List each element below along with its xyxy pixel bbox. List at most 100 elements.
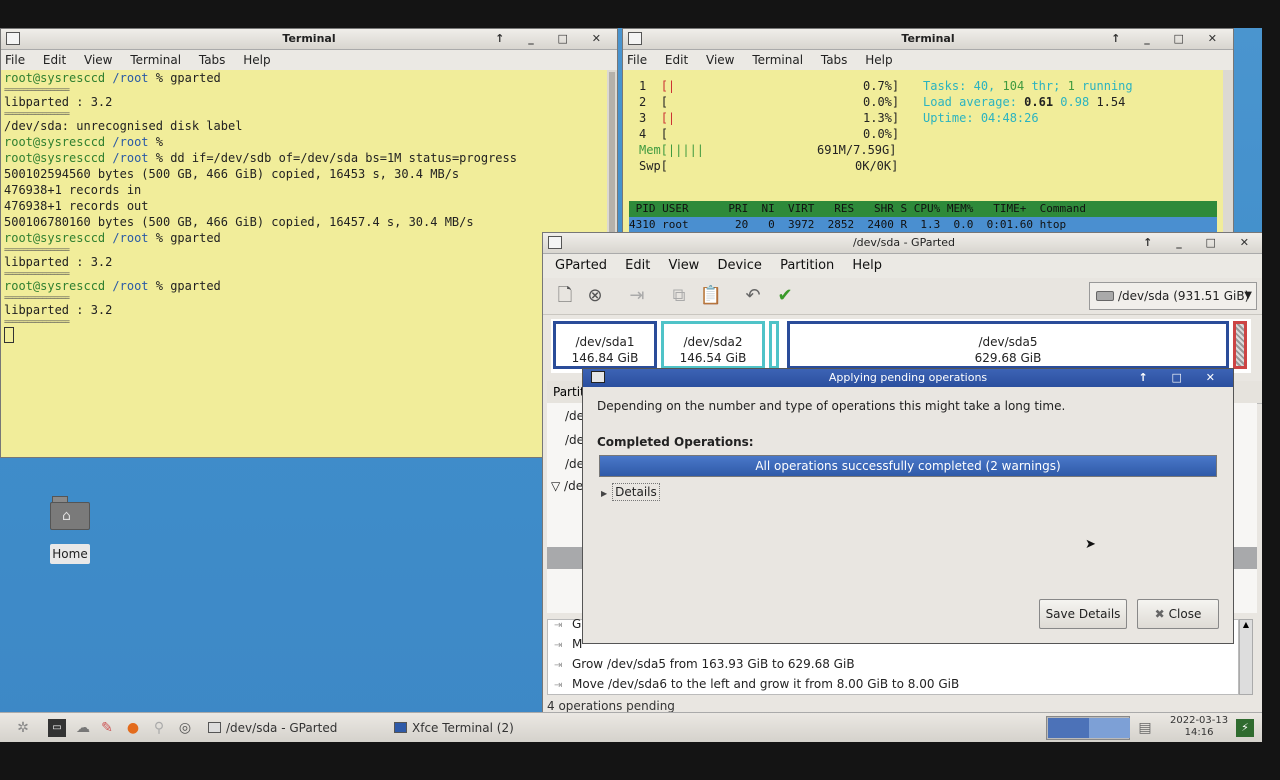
menu-help[interactable]: Help bbox=[852, 258, 882, 273]
menu-help[interactable]: Help bbox=[865, 53, 892, 67]
clock[interactable]: 2022-03-13 14:16 bbox=[1170, 715, 1228, 739]
file-manager-icon[interactable]: ☁ bbox=[74, 719, 92, 737]
window-controls[interactable]: ↑ _ □ ✕ bbox=[495, 29, 611, 49]
cpu-meter-4: 4 [ bbox=[639, 127, 668, 141]
logout-icon[interactable]: ⚡ bbox=[1236, 719, 1254, 737]
workspace-1[interactable] bbox=[1048, 718, 1089, 738]
text-editor-icon[interactable]: ✎ bbox=[98, 719, 116, 737]
network-icon[interactable]: ⚲ bbox=[150, 719, 168, 737]
undo-icon[interactable]: ↶ bbox=[741, 284, 765, 308]
paste-icon[interactable]: 📋 bbox=[699, 284, 723, 308]
task-xfce-terminal[interactable]: Xfce Terminal (2) bbox=[392, 717, 514, 739]
window-controls[interactable]: ↑ _ □ ✕ bbox=[1111, 29, 1227, 49]
menu-view[interactable]: View bbox=[668, 258, 699, 273]
terminal-line: root@sysresccd /root % gparted bbox=[4, 279, 221, 293]
save-details-button[interactable]: Save Details bbox=[1039, 599, 1127, 629]
expander-arrow-icon: ▶ bbox=[601, 489, 608, 498]
operation-item[interactable]: ⇥ Grow /dev/sda5 from 163.93 GiB to 629.6… bbox=[554, 654, 855, 674]
extended-partition-marker[interactable] bbox=[769, 321, 779, 369]
swap-value: 0K/0K] bbox=[855, 159, 899, 173]
menu-device[interactable]: Device bbox=[717, 258, 761, 273]
terminal-titlebar[interactable]: Terminal ↑ _ □ ✕ bbox=[1, 29, 617, 50]
mouse-pointer-icon: ➤ bbox=[1085, 537, 1096, 552]
applications-menu-icon[interactable]: ✲ bbox=[14, 719, 32, 737]
cpu-meter-1: 1 [| bbox=[639, 79, 676, 93]
apply-check-icon[interactable]: ✔ bbox=[773, 284, 797, 308]
firefox-icon[interactable]: ● bbox=[124, 719, 142, 737]
window-title: Terminal bbox=[282, 32, 336, 45]
terminal-line: root@sysresccd /root % dd if=/dev/sdb of… bbox=[4, 151, 517, 165]
home-label[interactable]: Home bbox=[50, 544, 90, 564]
menu-tabs[interactable]: Tabs bbox=[199, 53, 226, 67]
htop-output[interactable]: 1 [| 0.7%] 2 [ 0.0%] 3 [| 1.3%] 4 [ 0.0%… bbox=[623, 70, 1223, 233]
menu-terminal[interactable]: Terminal bbox=[752, 53, 803, 67]
terminal-line: root@sysresccd /root % gparted bbox=[4, 71, 221, 85]
workspace-pager[interactable] bbox=[1046, 716, 1130, 740]
gparted-launcher-icon[interactable]: ◎ bbox=[176, 719, 194, 737]
window-title: Terminal bbox=[901, 32, 955, 45]
terminal-line: ================= bbox=[4, 270, 70, 278]
window-icon bbox=[208, 722, 221, 733]
details-expander[interactable]: ▶ Details bbox=[601, 483, 660, 501]
terminal-launcher-icon[interactable]: ▭ bbox=[48, 719, 66, 737]
gparted-titlebar[interactable]: /dev/sda - GParted ↑ _ □ ✕ bbox=[543, 233, 1262, 254]
copy-icon[interactable]: ⧉ bbox=[667, 284, 691, 308]
taskbar: ✲ ▭ ☁ ✎ ● ⚲ ◎ /dev/sda - GParted Xfce Te… bbox=[0, 712, 1262, 742]
operation-item[interactable]: ⇥ G bbox=[554, 614, 581, 634]
window-controls[interactable]: ↑ □ ✕ bbox=[1139, 369, 1226, 387]
window-controls[interactable]: ↑ _ □ ✕ bbox=[1143, 233, 1259, 253]
move-resize-icon: ⇥ bbox=[554, 660, 563, 671]
htop-column-header[interactable]: PID USER PRI NI VIRT RES SHR S CPU% MEM%… bbox=[629, 201, 1217, 217]
terminal-window-icon bbox=[6, 32, 20, 45]
menu-file[interactable]: File bbox=[627, 53, 647, 67]
applying-operations-dialog[interactable]: Applying pending operations ↑ □ ✕ Depend… bbox=[582, 368, 1234, 644]
partition-block-sda1[interactable]: /dev/sda1 146.84 GiB bbox=[553, 321, 657, 369]
expander-icon[interactable]: ▽ /de bbox=[551, 479, 583, 493]
drive-icon bbox=[1096, 291, 1114, 301]
menu-terminal[interactable]: Terminal bbox=[130, 53, 181, 67]
operation-item[interactable]: ⇥ M bbox=[554, 634, 582, 654]
menu-view[interactable]: View bbox=[706, 53, 734, 67]
resize-move-icon[interactable]: ⇥ bbox=[625, 284, 649, 308]
delete-icon[interactable]: ⊗ bbox=[583, 284, 607, 308]
htop-process-row[interactable]: 4310 root 20 0 3972 2852 2400 R 1.3 0.0 … bbox=[629, 217, 1217, 233]
terminal-output[interactable]: root@sysresccd /root % gparted ==========… bbox=[1, 70, 607, 457]
operation-item[interactable]: ⇥ Move /dev/sda6 to the left and grow it … bbox=[554, 674, 959, 694]
menu-help[interactable]: Help bbox=[243, 53, 270, 67]
close-button[interactable]: ✖ Close bbox=[1137, 599, 1219, 629]
new-partition-icon[interactable]: 🗋 bbox=[553, 284, 577, 308]
partition-block-sda6[interactable] bbox=[1233, 321, 1247, 369]
menu-edit[interactable]: Edit bbox=[625, 258, 650, 273]
menu-tabs[interactable]: Tabs bbox=[821, 53, 848, 67]
terminal-scrollbar[interactable] bbox=[1223, 70, 1233, 233]
cpu-value-2: 0.0%] bbox=[863, 95, 900, 109]
partition-block-sda2[interactable]: /dev/sda2 146.54 GiB bbox=[661, 321, 765, 369]
gparted-window-icon bbox=[548, 236, 562, 249]
terminal-prompt-line[interactable] bbox=[4, 326, 607, 343]
menu-edit[interactable]: Edit bbox=[43, 53, 66, 67]
dialog-titlebar[interactable]: Applying pending operations ↑ □ ✕ bbox=[583, 369, 1233, 387]
close-icon: ✖ bbox=[1154, 607, 1165, 621]
home-folder-icon[interactable]: ⌂ bbox=[50, 496, 92, 532]
task-gparted[interactable]: /dev/sda - GParted bbox=[206, 717, 337, 739]
partition-block-sda5[interactable]: /dev/sda5 629.68 GiB bbox=[787, 321, 1229, 369]
terminal-line: 500102594560 bytes (500 GB, 466 GiB) cop… bbox=[4, 167, 460, 181]
terminal-line: libparted : 3.2 bbox=[4, 255, 113, 269]
device-selector[interactable]: /dev/sda (931.51 GiB) ▼ bbox=[1089, 282, 1257, 310]
workspace-2[interactable] bbox=[1089, 718, 1130, 738]
menu-partition[interactable]: Partition bbox=[780, 258, 834, 273]
menu-view[interactable]: View bbox=[84, 53, 112, 67]
cpu-value-4: 0.0%] bbox=[863, 127, 900, 141]
operations-scrollbar[interactable]: ▲ bbox=[1239, 619, 1253, 695]
terminal-titlebar[interactable]: Terminal ↑ _ □ ✕ bbox=[623, 29, 1233, 50]
terminal-window-gparted[interactable]: Terminal ↑ _ □ ✕ File Edit View Terminal… bbox=[0, 28, 618, 458]
menu-file[interactable]: File bbox=[5, 53, 25, 67]
terminal-menubar: File Edit View Terminal Tabs Help bbox=[623, 50, 1233, 70]
terminal-line: libparted : 3.2 bbox=[4, 95, 113, 109]
tray-icon[interactable]: ▤ bbox=[1136, 719, 1154, 737]
terminal-window-htop[interactable]: Terminal ↑ _ □ ✕ File Edit View Terminal… bbox=[622, 28, 1234, 234]
progress-text: All operations successfully completed (2… bbox=[755, 459, 1061, 473]
terminal-line: ================= bbox=[4, 318, 70, 326]
menu-edit[interactable]: Edit bbox=[665, 53, 688, 67]
menu-gparted[interactable]: GParted bbox=[555, 258, 607, 273]
